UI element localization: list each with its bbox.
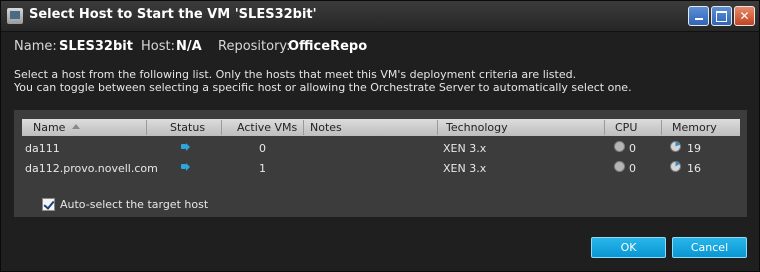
- dialog-window: Select Host to Start the VM 'SLES32bit' …: [0, 0, 760, 272]
- host-label: Host:: [141, 39, 175, 54]
- table-row[interactable]: da112.provo.novell.com 1 XEN 3.x 0 16: [22, 158, 740, 178]
- column-divider[interactable]: [146, 120, 147, 135]
- active-vms-value: 0: [259, 142, 266, 155]
- minimize-icon: [694, 18, 703, 20]
- technology-value: XEN 3.x: [443, 142, 487, 155]
- close-icon: ✕: [739, 9, 750, 23]
- repository-value: OfficeRepo: [288, 39, 368, 54]
- vm-name-value: SLES32bit: [59, 39, 133, 54]
- column-header-technology[interactable]: Technology: [446, 121, 508, 134]
- sort-ascending-icon: [72, 124, 80, 129]
- table-header: Name Status Active VMs Notes Technology …: [22, 119, 740, 136]
- memory-value: 19: [687, 142, 701, 155]
- host-name: da112.provo.novell.com: [25, 162, 158, 175]
- column-divider[interactable]: [604, 120, 605, 135]
- auto-select-label[interactable]: Auto-select the target host: [60, 198, 208, 211]
- table-row[interactable]: da111 0 XEN 3.x 0 19: [22, 138, 740, 158]
- column-divider[interactable]: [437, 120, 438, 135]
- maximize-icon: [716, 11, 727, 22]
- window-title: Select Host to Start the VM 'SLES32bit': [29, 7, 317, 22]
- cancel-button[interactable]: Cancel: [672, 237, 747, 258]
- column-divider[interactable]: [221, 120, 222, 135]
- repository-label: Repository:: [218, 39, 291, 54]
- column-header-notes[interactable]: Notes: [310, 121, 342, 134]
- column-divider[interactable]: [303, 120, 304, 135]
- active-vms-value: 1: [259, 162, 266, 175]
- vm-name-label: Name:: [14, 39, 57, 54]
- column-header-cpu[interactable]: CPU: [615, 121, 637, 134]
- app-icon: [7, 8, 23, 24]
- technology-value: XEN 3.x: [443, 162, 487, 175]
- column-header-name[interactable]: Name: [33, 121, 65, 134]
- status-running-icon: [181, 163, 190, 171]
- cpu-usage-icon: [614, 161, 625, 172]
- host-name: da111: [25, 142, 60, 155]
- minimize-button[interactable]: [688, 6, 709, 26]
- cpu-value: 0: [629, 162, 636, 175]
- memory-value: 16: [687, 162, 701, 175]
- column-header-active-vms[interactable]: Active VMs: [237, 121, 297, 134]
- ok-button[interactable]: OK: [591, 237, 666, 258]
- column-header-memory[interactable]: Memory: [672, 121, 717, 134]
- description-line-2: You can toggle between selecting a speci…: [14, 81, 632, 94]
- column-divider[interactable]: [661, 120, 662, 135]
- close-button[interactable]: ✕: [734, 6, 755, 26]
- memory-usage-icon: [670, 161, 681, 172]
- cpu-usage-icon: [614, 141, 625, 152]
- memory-usage-icon: [670, 141, 681, 152]
- title-bar[interactable]: Select Host to Start the VM 'SLES32bit' …: [1, 1, 759, 32]
- maximize-button[interactable]: [711, 6, 732, 26]
- description-line-1: Select a host from the following list. O…: [14, 68, 577, 81]
- column-header-status[interactable]: Status: [170, 121, 205, 134]
- auto-select-checkbox[interactable]: [42, 198, 55, 211]
- status-running-icon: [181, 143, 190, 151]
- cpu-value: 0: [629, 142, 636, 155]
- host-value: N/A: [176, 39, 202, 54]
